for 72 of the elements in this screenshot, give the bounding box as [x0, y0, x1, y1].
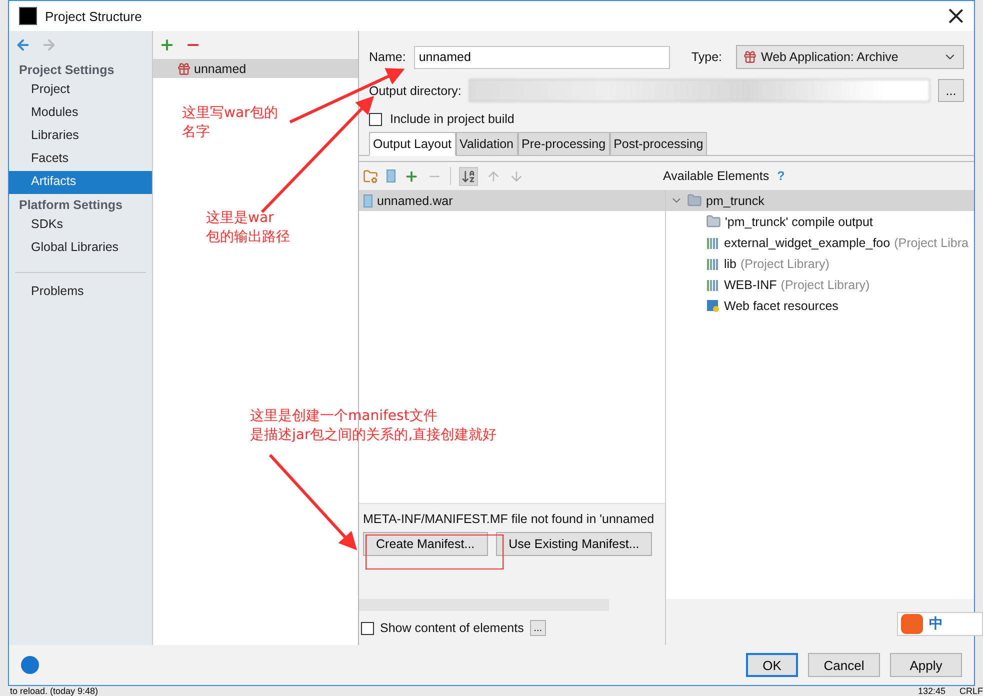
sidebar-item[interactable]: Artifacts — [9, 171, 152, 194]
forward-icon[interactable] — [41, 37, 57, 53]
sidebar-item[interactable]: Facets — [9, 148, 152, 171]
gift-icon — [743, 50, 757, 64]
facet-icon — [706, 298, 720, 312]
cursor-position: 132:45 — [918, 686, 946, 696]
add-icon[interactable] — [159, 37, 175, 53]
tree-item[interactable]: WEB-INF (Project Library) — [666, 274, 974, 295]
checkbox-label: Include in project build — [390, 112, 514, 126]
artifact-item[interactable]: unnamed — [153, 59, 358, 78]
dialog-button[interactable]: OK — [746, 653, 798, 677]
panel-title: Available Elements — [663, 169, 770, 183]
tab[interactable]: Validation — [456, 132, 518, 156]
annotation-note: 这里写war包的 名字 — [182, 104, 278, 142]
checkbox[interactable] — [361, 622, 374, 634]
folder-icon — [706, 214, 721, 229]
tree-item[interactable]: lib (Project Library) — [666, 253, 974, 274]
browse-button[interactable]: ... — [938, 79, 964, 102]
status-message: to reload. (today 9:48) — [10, 686, 98, 696]
manifest-button[interactable]: Use Existing Manifest... — [496, 532, 652, 556]
library-icon — [706, 278, 720, 292]
help-icon[interactable] — [21, 656, 39, 674]
tab[interactable]: Output Layout — [369, 132, 456, 156]
sidebar-item[interactable]: Problems — [9, 281, 152, 304]
section-heading: Project Settings — [18, 62, 116, 79]
sort-button[interactable] — [459, 166, 478, 186]
archive-icon — [363, 194, 373, 208]
manifest-button[interactable]: Create Manifest... — [363, 532, 488, 556]
manifest-message: META-INF/MANIFEST.MF file not found in 'unnamed — [363, 512, 656, 526]
line-ending[interactable]: CRLF — [959, 686, 983, 696]
folder-gear-icon[interactable] — [363, 168, 378, 184]
gift-icon — [177, 62, 191, 76]
annotation-note: 这里是创建一个manifest文件 是描述jar包之间的关系的,直接创建就好 — [250, 407, 497, 445]
window-title: Project Structure — [45, 8, 142, 24]
move-down-icon[interactable] — [509, 168, 524, 184]
section-heading: Platform Settings — [18, 197, 124, 214]
tab[interactable]: Post-processing — [610, 132, 708, 156]
name-field[interactable]: unnamed — [414, 46, 670, 68]
tree-item[interactable]: Web facet resources — [666, 295, 974, 316]
annotation-note: 这里是war 包的输出路径 — [206, 209, 290, 247]
back-icon[interactable] — [15, 37, 31, 53]
field-label: Output directory: — [369, 84, 462, 98]
sidebar-item[interactable]: Libraries — [9, 125, 152, 148]
ime-logo-icon — [901, 614, 923, 634]
folder-icon — [687, 193, 702, 208]
tree-item[interactable]: unnamed.war — [359, 190, 665, 211]
tree-item[interactable]: 'pm_trunck' compile output — [666, 211, 974, 232]
add-icon[interactable] — [404, 168, 419, 184]
type-dropdown[interactable]: Web Application: Archive — [736, 45, 964, 69]
close-icon[interactable] — [948, 8, 964, 24]
scrollbar[interactable] — [359, 599, 609, 611]
tab[interactable]: Pre-processing — [518, 132, 610, 156]
field-label: Name: — [369, 50, 406, 64]
checkbox[interactable] — [369, 112, 382, 126]
dialog-button[interactable]: Cancel — [808, 653, 880, 677]
dialog-button[interactable]: Apply — [890, 653, 962, 677]
blurred-path-field[interactable] — [469, 79, 930, 102]
move-up-icon[interactable] — [486, 168, 501, 184]
library-icon — [706, 236, 720, 250]
app-logo-icon — [19, 7, 37, 25]
sidebar-item[interactable]: Global Libraries — [9, 237, 152, 260]
library-icon — [706, 256, 720, 270]
tree-item[interactable]: pm_trunck — [666, 190, 974, 211]
ime-mode[interactable]: 中 — [929, 615, 943, 633]
checkbox-label: Show content of elements — [380, 621, 524, 635]
field-label: Type: — [691, 50, 722, 64]
sidebar-item[interactable]: SDKs — [9, 214, 152, 237]
sidebar-item[interactable]: Project — [9, 79, 152, 102]
archive-icon — [386, 169, 396, 183]
sidebar-item[interactable]: Modules — [9, 102, 152, 125]
options-button[interactable]: ... — [530, 620, 546, 636]
tree-item[interactable]: external_widget_example_foo (Project Libra — [666, 232, 974, 253]
